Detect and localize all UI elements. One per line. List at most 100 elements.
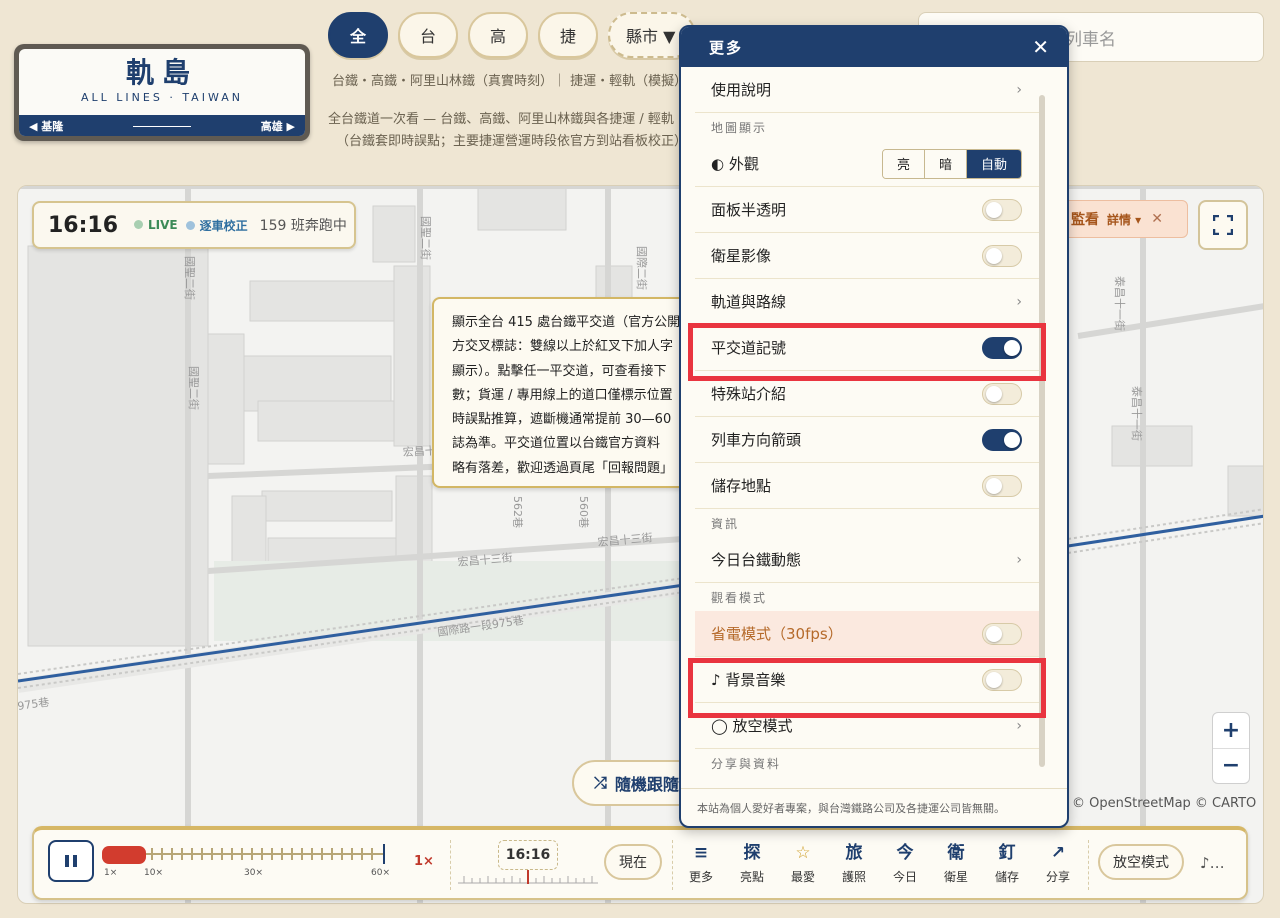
map-building: [477, 186, 567, 231]
map-building: [395, 475, 433, 567]
map-street-label: 泰昌十一街: [1113, 276, 1127, 331]
fullscreen-button[interactable]: [1198, 200, 1248, 250]
filter-all-button[interactable]: 全: [328, 12, 388, 58]
divider: [672, 840, 673, 890]
site-description-line-1: 全台鐵道一次看 — 台鐵、高鐵、阿里山林鐵與各捷運 / 輕軌: [328, 112, 674, 127]
chevron-right-icon: ›: [1016, 293, 1022, 310]
idle-mode-button[interactable]: 放空模式: [1098, 844, 1184, 880]
map-street-label: 國聖二街: [183, 256, 197, 300]
power-save-row: 省電模式（30fps）: [695, 611, 1040, 657]
logo-station-bar: ◀ 基隆 高雄 ▶: [19, 115, 305, 136]
nav-label: 亮點: [739, 870, 764, 884]
divider: [450, 840, 451, 890]
site-subtitle: 台鐵・高鐵・阿里山林鐵（真實時刻）｜ 捷運・輕軌（模擬）: [332, 74, 682, 89]
zoom-out-button[interactable]: −: [1213, 749, 1249, 784]
appearance-light-option[interactable]: 亮: [883, 149, 925, 178]
random-follow-label: 隨機跟隨: [614, 775, 679, 794]
shuffle-icon: ⤮: [594, 773, 607, 792]
timeline-time[interactable]: 16:16: [498, 840, 558, 870]
nav-satellite-button[interactable]: 衛 衛星: [933, 842, 979, 885]
guide-item[interactable]: 使用說明 ›: [695, 67, 1040, 113]
fullscreen-icon: [1213, 215, 1233, 235]
map-building: [261, 490, 393, 522]
appearance-dark-option[interactable]: 暗: [925, 149, 967, 178]
map-street-label: 560巷: [577, 496, 590, 528]
nav-save-button[interactable]: 釘 儲存: [984, 842, 1030, 885]
satellite-toggle[interactable]: [982, 244, 1022, 267]
pause-button[interactable]: [48, 840, 94, 882]
arrows-row: 列車方向箭頭: [695, 417, 1040, 463]
idle-mode-label: ◯ 放空模式: [711, 717, 793, 735]
power-save-toggle[interactable]: [982, 622, 1022, 645]
nav-today-button[interactable]: 今 今日: [882, 842, 928, 885]
filter-hsr-button[interactable]: 高: [468, 12, 528, 58]
watch-close-icon[interactable]: ✕: [1151, 211, 1163, 227]
nav-share-button[interactable]: ↗ 分享: [1035, 842, 1081, 885]
chevron-right-icon: ›: [1016, 717, 1022, 734]
map-building: [1227, 465, 1263, 517]
appearance-row: ◐ 外觀 亮 暗 自動: [695, 141, 1040, 187]
zoom-control: + −: [1212, 712, 1250, 784]
map-building: [257, 400, 395, 442]
tracks-item[interactable]: 軌道與路線 ›: [695, 279, 1040, 325]
crossing-info-tooltip: 顯示全台 415 處台鐵平交道（官方公開 方交叉標誌：雙線以上於紅叉下加人字 顯…: [432, 297, 694, 488]
close-icon[interactable]: ✕: [1032, 35, 1051, 59]
map-street-label: 國際二街: [635, 246, 649, 290]
map-building: [1111, 425, 1193, 467]
tracks-label: 軌道與路線: [711, 293, 787, 311]
map-building: [372, 205, 416, 263]
logo-title: 軌島: [125, 56, 198, 89]
filter-tra-button[interactable]: 台: [398, 12, 458, 58]
nav-label: 最愛: [790, 870, 815, 884]
today-item[interactable]: 今日台鐵動態 ›: [695, 537, 1040, 583]
today-icon: 今: [896, 843, 914, 863]
satellite-label: 衛星影像: [711, 247, 772, 265]
map-street-label: 國聖二街: [419, 216, 433, 260]
map-attribution[interactable]: © OpenStreetMap © CARTO: [1072, 796, 1256, 811]
time-ruler[interactable]: [458, 870, 598, 884]
logo[interactable]: 軌島 ALL LINES · TAIWAN ◀ 基隆 高雄 ▶: [14, 44, 310, 141]
site-description-line-2: （台鐵套即時誤點；主要捷運營運時段依官方到站看板校正）: [336, 134, 680, 149]
corrected-indicator: 逐車校正: [185, 217, 248, 234]
now-button[interactable]: 現在: [604, 844, 662, 880]
translucent-toggle[interactable]: [982, 198, 1022, 221]
zoom-in-button[interactable]: +: [1213, 713, 1249, 749]
filter-mrt-button[interactable]: 捷: [538, 12, 598, 58]
map-building: [207, 333, 245, 465]
map-street-label: 975巷: [18, 696, 50, 713]
appearance-auto-option[interactable]: 自動: [967, 149, 1021, 178]
highlight-bgm-box: [688, 658, 1046, 718]
playback-bar: 1× 10× 30× 60× 1× 16:16 現在 ≡ 更多 探 亮點 ☆ 最…: [32, 826, 1248, 900]
chevron-right-icon: ›: [1016, 551, 1022, 568]
live-status-box: 16:16 LIVE 逐車校正 159 班奔跑中: [32, 201, 356, 249]
satellite-icon: 衛: [947, 843, 965, 863]
arrows-label: 列車方向箭頭: [711, 431, 802, 449]
logo-right-station: 高雄 ▶: [260, 119, 295, 133]
section-info: 資訊: [711, 516, 740, 531]
section-view-mode: 觀看模式: [711, 590, 768, 605]
guide-label: 使用說明: [711, 81, 772, 99]
nav-highlights-button[interactable]: 探 亮點: [729, 842, 775, 885]
watch-detail-dropdown[interactable]: 詳情 ▾: [1107, 211, 1141, 228]
star-icon: ☆: [795, 843, 811, 863]
nav-passport-button[interactable]: 旅 護照: [831, 842, 877, 885]
saved-label: 儲存地點: [711, 477, 772, 495]
arrows-toggle[interactable]: [982, 428, 1022, 451]
speed-slider[interactable]: [102, 844, 392, 868]
explore-icon: 探: [743, 843, 761, 863]
nav-favorites-button[interactable]: ☆ 最愛: [780, 842, 826, 885]
music-icon[interactable]: ♪…: [1200, 854, 1225, 872]
double-arrow-icon: [133, 121, 191, 131]
stations-toggle[interactable]: [982, 382, 1022, 405]
pin-icon: 釘: [998, 843, 1016, 863]
saved-toggle[interactable]: [982, 474, 1022, 497]
logo-subtitle: ALL LINES · TAIWAN: [81, 91, 243, 104]
tooltip-line: 略有落差，歡迎透過頁尾「回報問題」: [452, 460, 674, 476]
section-share-data: 分享與資料: [711, 756, 782, 771]
watch-chip[interactable]: 監看 詳情 ▾ ✕: [1066, 200, 1188, 238]
tooltip-line: 方交叉標誌：雙線以上於紅叉下加人字: [452, 339, 674, 355]
menu-icon: ≡: [693, 843, 709, 863]
site-description: 全台鐵道一次看 — 台鐵、高鐵、阿里山林鐵與各捷運 / 輕軌 （台鐵套即時誤點；…: [328, 109, 680, 153]
nav-more-button[interactable]: ≡ 更多: [678, 842, 724, 885]
nav-label: 衛星: [943, 870, 968, 884]
